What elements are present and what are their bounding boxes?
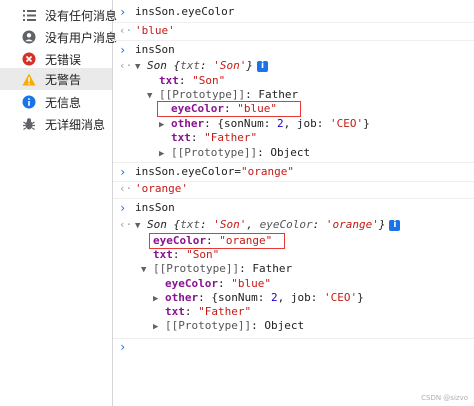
sidebar-item-info[interactable]: 无信息 (0, 91, 112, 113)
result-arrow-icon: ‹· (119, 218, 133, 231)
sidebar-item-label: 没有任何消息 (45, 8, 118, 23)
console-input-row: › insSon.eyeColor="orange" (113, 162, 474, 182)
chevron-right-icon: › (119, 340, 127, 354)
error-icon (22, 52, 36, 66)
console-output: › insSon.eyeColor ‹· 'blue' › insSon ‹· … (113, 0, 474, 406)
result-arrow-icon: ‹· (119, 59, 133, 72)
result-arrow-icon: ‹· (119, 24, 133, 37)
highlight-box (157, 101, 301, 117)
result-arrow-icon: ‹· (119, 182, 133, 195)
sidebar-item-label: 无警告 (45, 72, 82, 87)
console-result: 'orange' (135, 182, 188, 195)
console-result: 'blue' (135, 24, 175, 37)
console-result-row: ‹· 'orange' (113, 181, 474, 199)
sidebar-item-errors[interactable]: 无错误 (0, 48, 112, 70)
console-input-row: › insSon.eyeColor (113, 0, 474, 23)
sidebar-item-warnings[interactable]: 无警告 (0, 68, 112, 90)
list-icon (22, 8, 36, 22)
console-prompt[interactable]: › (113, 340, 474, 354)
console-result-row: ‹· 'blue' (113, 22, 474, 41)
property-row: txt: "Son" (159, 74, 226, 87)
console-command: insSon (135, 201, 175, 214)
console-input-row: › insSon ‹· ▼ Son {txt: 'Son'} i txt: "Son… (113, 40, 474, 163)
console-command: insSon.eyeColor="orange" (135, 165, 294, 178)
collapse-arrow-icon[interactable]: ▶ (153, 320, 165, 334)
property-row: txt: "Father" (171, 131, 258, 144)
console-input-row: › insSon ‹· ▼ Son {txt: 'Son', eyeColor: … (113, 198, 474, 339)
user-icon (22, 30, 36, 44)
collapse-arrow-icon[interactable]: ▶ (159, 147, 171, 161)
highlight-box (149, 233, 285, 249)
warning-icon (22, 72, 36, 86)
info-icon[interactable]: i (257, 60, 268, 72)
info-icon[interactable]: i (389, 219, 401, 231)
sidebar-item-user-messages[interactable]: 没有用户消息 (0, 26, 117, 48)
expand-arrow-icon[interactable]: ▼ (135, 60, 147, 74)
chevron-right-icon: › (119, 165, 127, 179)
property-row: txt: "Father" (165, 305, 252, 318)
prototype-row[interactable]: ▶ [[Prototype]]: Object (159, 146, 310, 161)
property-row[interactable]: ▶ other: {sonNum: 2, job: 'CEO'} (159, 117, 370, 132)
sidebar-item-verbose[interactable]: 无详细消息 (0, 113, 112, 135)
prototype-row[interactable]: ▶ [[Prototype]]: Object (153, 319, 304, 334)
expand-arrow-icon[interactable]: ▼ (141, 263, 153, 277)
sidebar-item-all-messages[interactable]: 没有任何消息 (0, 4, 117, 26)
console-command: insSon.eyeColor (135, 5, 235, 18)
sidebar-item-label: 没有用户消息 (45, 30, 118, 45)
watermark: CSDN @sizvo (421, 394, 468, 402)
prototype-row[interactable]: ▼ [[Prototype]]: Father (141, 262, 292, 277)
chevron-right-icon: › (119, 43, 127, 57)
chevron-right-icon: › (119, 5, 127, 19)
console-command: insSon (135, 43, 175, 56)
sidebar-item-label: 无信息 (45, 95, 82, 110)
property-row: eyeColor: "blue" (165, 277, 271, 290)
bug-icon (22, 117, 36, 131)
object-summary[interactable]: ▼ Son {txt: 'Son'} i (135, 59, 268, 74)
property-row[interactable]: ▶ other: {sonNum: 2, job: 'CEO'} (153, 291, 364, 306)
object-summary[interactable]: ▼ Son {txt: 'Son', eyeColor: 'orange'} i (135, 218, 401, 233)
property-row: txt: "Son" (153, 248, 220, 261)
info-icon (22, 95, 36, 109)
sidebar-item-label: 无详细消息 (45, 117, 106, 132)
console-sidebar: 没有任何消息 没有用户消息 无错误 无警告 无信息 无详细消息 (0, 0, 117, 406)
chevron-right-icon: › (119, 201, 127, 215)
collapse-arrow-icon[interactable]: ▶ (153, 292, 165, 306)
collapse-arrow-icon[interactable]: ▶ (159, 118, 171, 132)
expand-arrow-icon[interactable]: ▼ (135, 219, 147, 233)
sidebar-item-label: 无错误 (45, 52, 82, 67)
